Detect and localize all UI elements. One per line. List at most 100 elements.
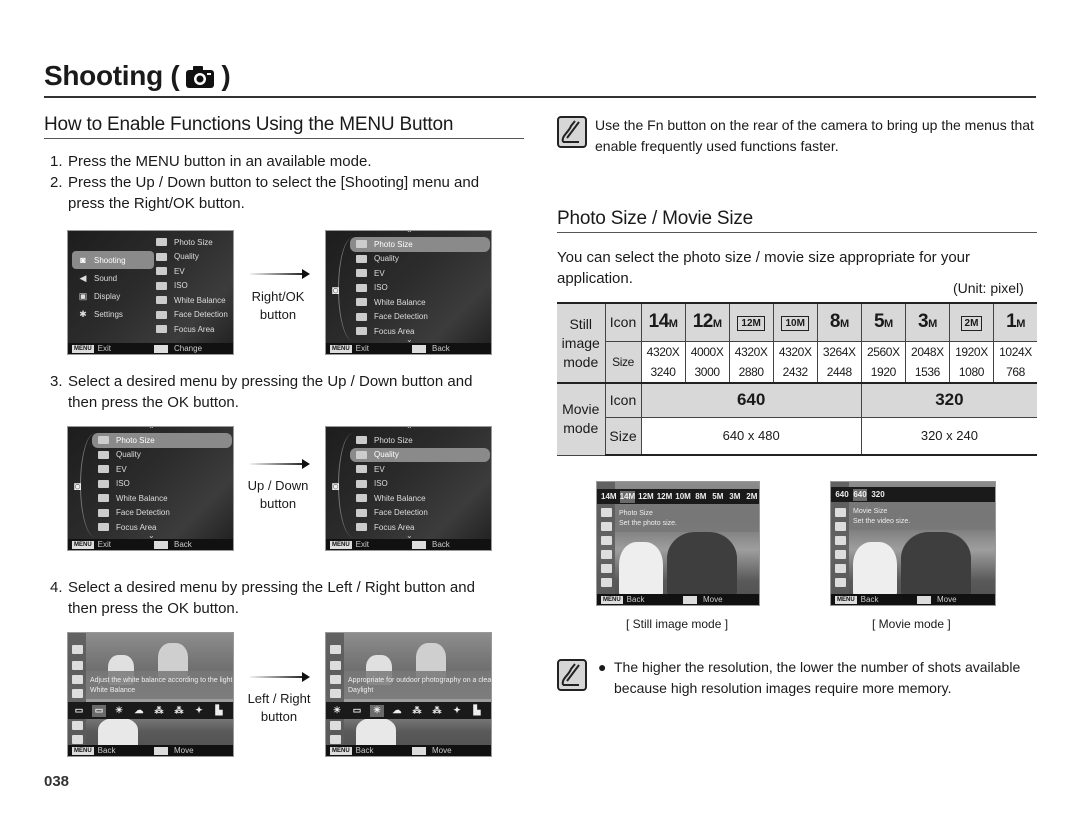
size-cell: 2560X 1920	[860, 340, 906, 384]
face-detection-icon	[156, 310, 167, 319]
quality-icon	[356, 254, 367, 263]
sub-menu-label: ISO	[174, 281, 188, 291]
icon-number: 8	[829, 311, 841, 333]
ev-icon	[156, 267, 167, 276]
size-width: 3264X	[822, 344, 856, 359]
wb-cloudy-icon: ☁	[134, 705, 144, 715]
sub-menu-label: White Balance	[374, 493, 426, 503]
sub-menu-item-face-detection: Face Detection	[92, 506, 232, 521]
main-menu-label: Shooting	[94, 255, 126, 265]
left-key-icon	[154, 540, 168, 549]
sub-menu-item-focus-area: Focus Area	[350, 520, 490, 535]
page-number: 038	[44, 773, 70, 790]
movie-mode-label: Movie mode	[557, 382, 606, 456]
step-number: 1.	[50, 153, 63, 170]
icon-suffix: M	[1016, 318, 1025, 331]
size-label: Size	[604, 416, 642, 456]
size-option: 12M	[656, 492, 673, 501]
camera-screen-still-size: 14M 14M 12M 12M 10M 8M 5M 3M 2M Photo Si…	[596, 481, 760, 606]
size-icon-12m-wide: 12M	[728, 302, 774, 342]
camera-screen-submenu-3: ⌃ ◙ Photo Size Quality EV ISO White Bala…	[325, 426, 492, 551]
camera-screen-wb-after: Appropriate for outdoor photography on a…	[325, 632, 492, 757]
movie-size-320: 320 x 240	[860, 416, 1037, 456]
sub-menu-item-face-detection: Face Detection	[350, 310, 490, 325]
step-text-cont: press the Right/OK button.	[68, 195, 245, 212]
footer-left-label: Back	[626, 595, 645, 604]
section-divider	[44, 138, 524, 139]
sub-menu-preview: Photo Size Quality EV ISO White Balance …	[156, 235, 228, 337]
wb-cloudy-icon: ☁	[392, 705, 402, 715]
footer-left-label: Exit	[355, 540, 370, 549]
size-option: 10M	[675, 492, 691, 501]
sub-menu-label: Quality	[374, 254, 399, 264]
sub-menu-label: Photo Size	[374, 239, 413, 249]
sub-menu-item-ev: EV	[350, 462, 490, 477]
footer-left-label: Back	[355, 746, 374, 755]
wb-daylight-icon: ☀	[370, 704, 384, 717]
iso-icon	[356, 479, 367, 488]
sub-menu-item-photo-size: Photo Size	[350, 237, 490, 252]
photo-size-icon	[98, 436, 109, 445]
sub-menu-item-white-balance: White Balance	[92, 491, 232, 506]
icon-number: 14	[648, 311, 670, 333]
left-key-icon	[412, 540, 426, 549]
icon-number: 12M	[737, 315, 765, 331]
main-menu-label: Settings	[94, 309, 123, 319]
face-detection-icon	[356, 312, 367, 321]
size-height: 2432	[782, 364, 809, 379]
transition-label-left-right: Left / Right button	[240, 690, 318, 726]
footer-left-label: Back	[860, 595, 879, 604]
footer-right-label: Move	[432, 746, 452, 755]
sub-menu-label: Face Detection	[374, 312, 428, 322]
icon-suffix: M	[712, 318, 722, 331]
size-icon-3m: 3M	[904, 302, 950, 342]
size-width: 2048X	[911, 344, 944, 359]
face-detection-icon	[356, 508, 367, 517]
size-width: 1024X	[999, 344, 1032, 359]
mode-label-line: image	[561, 334, 600, 351]
photo-subject	[667, 532, 737, 598]
dpad-icon	[412, 746, 426, 755]
photo-subject	[356, 718, 396, 748]
section-title-menu: How to Enable Functions Using the MENU B…	[44, 114, 454, 135]
photo-size-table: Still image mode Icon 14M 12M 12M 10M 8M…	[557, 302, 1037, 456]
note-resolution: ● The higher the resolution, the lower t…	[598, 657, 1038, 699]
voice-icon	[835, 578, 846, 587]
camera-screen-wb-before: Adjust the white balance according to th…	[67, 632, 234, 757]
step-3: 3. Select a desired menu by pressing the …	[50, 371, 520, 413]
sub-menu-item-photo-size: Photo Size	[350, 433, 490, 448]
icon-suffix: M	[928, 318, 937, 331]
wb-fluorescent-l-icon: ⁂	[174, 705, 184, 715]
sub-menu-item: ISO	[156, 279, 228, 294]
iso-icon	[72, 689, 83, 698]
sub-menu-label: EV	[374, 464, 385, 474]
screen-footer: MENU Back Move	[831, 594, 995, 605]
sub-menu-item-quality: Quality	[350, 447, 490, 462]
wb-custom-icon: ▭	[352, 705, 362, 715]
size-width: 4000X	[690, 344, 724, 359]
sub-menu-label: White Balance	[374, 297, 426, 307]
note-resolution-text: The higher the resolution, the lower the…	[614, 659, 1021, 696]
step-number: 2.	[50, 174, 63, 191]
transition-line2: button	[259, 496, 297, 511]
ev-icon	[835, 522, 846, 531]
icon-number: 12	[692, 311, 714, 333]
iso-icon	[98, 479, 109, 488]
side-icon-column	[326, 633, 344, 745]
menu-key-icon: MENU	[72, 344, 94, 353]
size-height: 1920	[870, 364, 897, 379]
ev-icon	[330, 675, 341, 684]
screen-footer: MENU Back Move	[326, 745, 491, 756]
photo-subject	[619, 542, 663, 598]
size-height: 2448	[826, 364, 853, 379]
photo-size-icon	[156, 238, 167, 247]
size-height: 1080	[958, 364, 985, 379]
sub-menu-label: Face Detection	[174, 310, 228, 320]
size-label: Size	[604, 340, 642, 384]
camera-icon: ◙	[332, 479, 340, 493]
step-text: Select a desired menu by pressing the Up…	[68, 373, 473, 390]
step-text-cont: then press the OK button.	[68, 600, 239, 617]
focus-area-icon	[330, 735, 341, 744]
main-menu-label: Sound	[94, 273, 118, 283]
face-detection-icon	[72, 721, 83, 730]
